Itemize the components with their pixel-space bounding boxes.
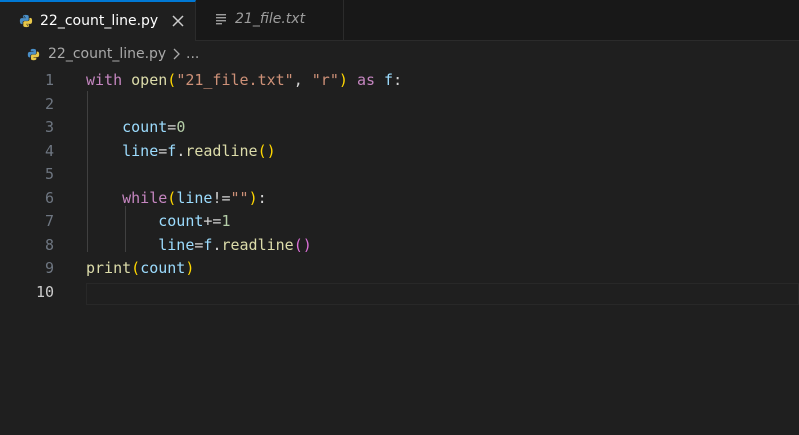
code-text: count+=1	[86, 210, 231, 233]
tab-label: 21_file.txt	[235, 11, 306, 27]
editor-window: 22_count_line.py 21_file.txt 22_count_li…	[0, 0, 799, 435]
code-token: )	[185, 259, 195, 277]
code-text: print(count)	[86, 257, 194, 280]
code-token: (	[131, 259, 141, 277]
code-token: =	[158, 141, 168, 160]
code-token: count	[122, 118, 168, 136]
code-token: )	[248, 188, 258, 207]
code-token: ,	[293, 71, 312, 89]
close-icon[interactable]	[171, 14, 185, 28]
code-token: count	[140, 259, 186, 277]
code-token: +=	[203, 212, 222, 230]
code-line[interactable]: 4 line=f.readline()	[0, 140, 799, 163]
line-number: 10	[35, 282, 54, 301]
code-token: .	[176, 141, 186, 160]
python-file-icon	[19, 14, 33, 28]
code-token: ""	[230, 188, 249, 207]
code-token: !=	[212, 188, 231, 207]
code-text: line=f.readline()	[86, 140, 276, 163]
code-token: (	[167, 71, 177, 89]
code-token: (	[167, 188, 177, 207]
code-text: count=0	[86, 116, 185, 139]
code-token: while	[122, 188, 168, 207]
code-token: ()	[257, 141, 276, 160]
line-number: 7	[44, 212, 54, 230]
tab-label: 22_count_line.py	[40, 13, 159, 29]
code-token: readline	[221, 235, 294, 254]
line-number: 2	[44, 94, 54, 113]
code-token: "21_file.txt"	[176, 71, 294, 89]
code-line[interactable]: 5	[0, 163, 799, 186]
chevron-right-icon	[173, 48, 180, 60]
code-line[interactable]: 8 line=f.readline()	[0, 234, 799, 257]
line-number: 1	[44, 71, 54, 89]
code-editor[interactable]: 1 with open("21_file.txt", "r") as f: 2 3 c…	[0, 68, 799, 435]
breadcrumb-file[interactable]: 22_count_line.py	[48, 46, 166, 62]
code-text: line=f.readline()	[86, 234, 312, 257]
code-token: "r"	[311, 71, 339, 89]
code-token: line	[158, 235, 195, 254]
code-token: as	[356, 71, 375, 89]
code-token: 1	[221, 212, 231, 230]
tab-22-count-line-py[interactable]: 22_count_line.py	[0, 0, 196, 41]
code-token: line	[176, 188, 213, 207]
code-token: open	[131, 71, 168, 89]
code-token: =	[167, 118, 177, 136]
code-line[interactable]: 1 with open("21_file.txt", "r") as f:	[0, 69, 799, 92]
text-file-icon	[216, 14, 226, 25]
python-file-icon	[27, 48, 40, 61]
code-token: readline	[185, 141, 258, 160]
breadcrumb: 22_count_line.py ...	[0, 41, 799, 68]
line-number: 5	[44, 165, 54, 183]
code-token: with	[86, 71, 123, 89]
code-token: )	[338, 71, 348, 89]
code-line[interactable]: 7 count+=1	[0, 210, 799, 233]
code-line[interactable]: 6 while(line!=""):	[0, 187, 799, 210]
code-token: f	[384, 71, 394, 89]
code-token: count	[158, 212, 204, 230]
tab-bar: 22_count_line.py 21_file.txt	[0, 0, 799, 41]
code-line[interactable]: 3 count=0	[0, 116, 799, 139]
code-token: ()	[293, 235, 312, 254]
line-number: 4	[44, 141, 54, 160]
code-token: print	[86, 259, 132, 277]
code-text: while(line!=""):	[86, 187, 267, 210]
code-token: line	[122, 141, 159, 160]
line-number: 3	[44, 118, 54, 136]
code-text: with open("21_file.txt", "r") as f:	[86, 69, 402, 92]
code-token: 0	[176, 118, 186, 136]
tab-21-file-txt[interactable]: 21_file.txt	[196, 0, 344, 40]
code-line[interactable]: 2	[0, 93, 799, 116]
code-token: f	[167, 141, 177, 160]
code-line[interactable]: 9 print(count)	[0, 257, 799, 280]
breadcrumb-symbols[interactable]: ...	[186, 46, 199, 62]
code-token: :	[393, 71, 403, 89]
line-number: 9	[44, 259, 54, 277]
code-token: :	[257, 188, 267, 207]
line-number: 8	[44, 235, 54, 254]
line-number: 6	[44, 188, 54, 207]
code-line[interactable]: 10	[0, 281, 799, 304]
